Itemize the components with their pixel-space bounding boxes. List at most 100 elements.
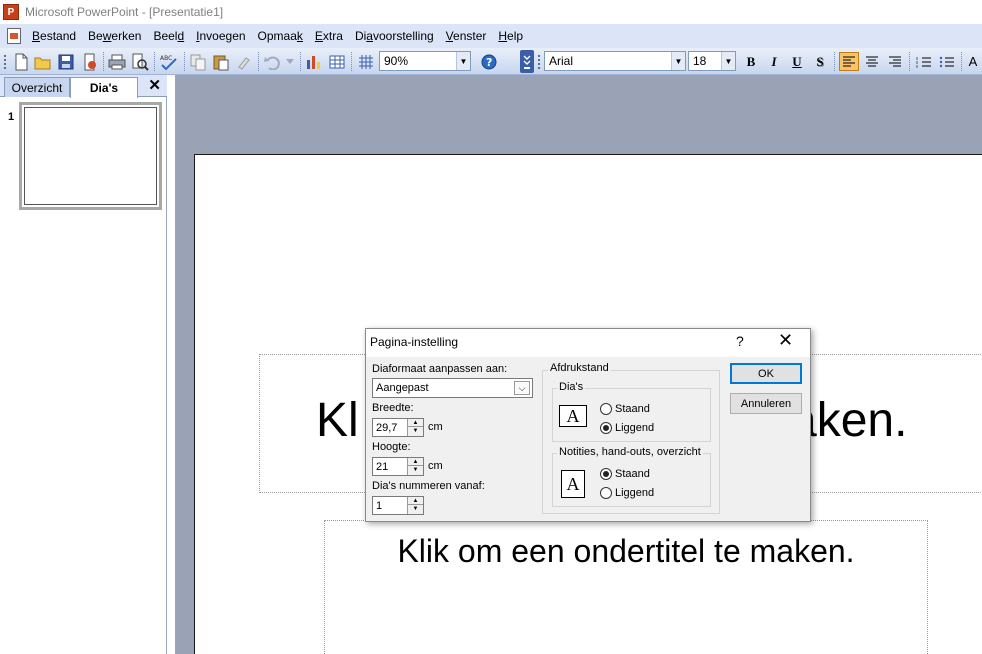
bullets-button[interactable]: [937, 52, 957, 71]
menu-diavoorstelling[interactable]: Diavoorstelling: [349, 26, 440, 46]
radio-circle-selected: [600, 422, 612, 434]
spin-up-icon[interactable]: ▲: [408, 458, 423, 466]
open-folder-icon[interactable]: [33, 52, 53, 71]
tab-dias[interactable]: Dia's: [70, 77, 138, 98]
tab-overzicht[interactable]: Overzicht: [4, 77, 70, 97]
show-grid-icon[interactable]: [356, 52, 376, 71]
numbering-label: Dia's nummeren vanaf:: [372, 480, 485, 492]
font-name-value: Arial: [549, 54, 574, 68]
dialog-help-button[interactable]: ?: [736, 333, 744, 349]
menu-beeld[interactable]: Beeld: [147, 26, 190, 46]
toolbar-grip-icon[interactable]: [537, 52, 541, 71]
format-painter-icon[interactable]: [234, 52, 254, 71]
width-spinner[interactable]: 29,7 ▲ ▼: [372, 418, 424, 437]
notes-portrait-radio[interactable]: Staand: [600, 468, 650, 480]
align-center-button[interactable]: [862, 52, 882, 71]
toolbar-options-icon[interactable]: [520, 50, 534, 73]
standard-toolbar: ABC 90% ▼ ? Arial ▼ 18 ▼ B I U S A: [0, 48, 982, 75]
title-placeholder-text-left: Kl: [316, 394, 359, 447]
new-document-icon[interactable]: [11, 52, 31, 71]
align-right-button[interactable]: [885, 52, 905, 71]
slides-portrait-radio[interactable]: Staand: [600, 403, 650, 415]
font-size-combo[interactable]: 18 ▼: [688, 51, 736, 71]
spin-down-icon[interactable]: ▼: [408, 466, 423, 474]
powerpoint-app-icon[interactable]: P: [3, 4, 19, 20]
pane-splitter[interactable]: [168, 75, 176, 654]
cancel-button[interactable]: Annuleren: [730, 393, 802, 414]
height-spinner[interactable]: 21 ▲ ▼: [372, 457, 424, 476]
chevron-down-icon[interactable]: ⌵: [514, 381, 530, 395]
height-label: Hoogte:: [372, 441, 411, 453]
menu-invoegen[interactable]: Invoegen: [190, 26, 251, 46]
zoom-value: 90%: [384, 54, 409, 68]
print-preview-icon[interactable]: [130, 52, 150, 71]
width-label: Breedte:: [372, 402, 414, 414]
increase-font-button[interactable]: A: [965, 52, 981, 71]
menu-opmaak[interactable]: Opmaak: [252, 26, 309, 46]
toolbar-separator: [961, 52, 962, 71]
chevron-down-icon[interactable]: ▼: [671, 52, 685, 70]
slide-size-value: Aangepast: [376, 382, 429, 394]
dialog-title-bar: Pagina-instelling ? ✕: [366, 329, 810, 357]
zoom-combo[interactable]: 90% ▼: [379, 51, 471, 71]
italic-button[interactable]: I: [764, 52, 784, 71]
toolbar-separator: [103, 52, 104, 71]
toolbar-separator: [351, 52, 352, 71]
menu-bestand[interactable]: Bestand: [26, 26, 82, 46]
spin-up-icon[interactable]: ▲: [408, 419, 423, 427]
portrait-page-icon: A: [561, 470, 585, 498]
toolbar-separator: [154, 52, 155, 71]
insert-chart-icon[interactable]: [304, 52, 324, 71]
dialog-title: Pagina-instelling: [370, 335, 459, 349]
permission-icon[interactable]: [80, 52, 100, 71]
menu-bewerken[interactable]: Bewerken: [82, 26, 147, 46]
bold-button[interactable]: B: [741, 52, 761, 71]
save-disk-icon[interactable]: [56, 52, 76, 71]
radio-circle: [600, 487, 612, 499]
toolbar-grip-icon[interactable]: [3, 52, 7, 71]
slides-portrait-label: Staand: [615, 403, 650, 415]
undo-icon[interactable]: [262, 52, 282, 71]
numbering-button[interactable]: [914, 52, 934, 71]
numbering-spinner[interactable]: 1 ▲ ▼: [372, 496, 424, 515]
subtitle-placeholder[interactable]: Klik om een ondertitel te maken.: [324, 520, 928, 654]
dialog-close-button[interactable]: ✕: [778, 330, 793, 351]
close-icon[interactable]: ✕: [148, 76, 161, 94]
undo-dropdown-icon[interactable]: [284, 52, 296, 71]
numbering-value: 1: [376, 499, 383, 512]
menu-extra[interactable]: Extra: [309, 26, 349, 46]
shadow-button[interactable]: S: [810, 52, 830, 71]
page-setup-dialog: Pagina-instelling ? ✕ Diaformaat aanpass…: [365, 328, 811, 522]
width-unit: cm: [428, 421, 443, 433]
ok-button[interactable]: OK: [730, 363, 802, 384]
insert-table-icon[interactable]: [327, 52, 347, 71]
print-icon[interactable]: [107, 52, 127, 71]
chevron-down-icon[interactable]: ▼: [456, 52, 470, 70]
width-value: 29,7: [376, 421, 398, 434]
slide-size-select[interactable]: Aangepast ⌵: [372, 378, 533, 398]
underline-button[interactable]: U: [787, 52, 807, 71]
spelling-check-icon[interactable]: ABC: [158, 52, 180, 71]
spin-down-icon[interactable]: ▼: [408, 505, 423, 513]
align-left-button[interactable]: [839, 52, 859, 71]
spin-down-icon[interactable]: ▼: [408, 427, 423, 435]
spin-up-icon[interactable]: ▲: [408, 497, 423, 505]
slides-landscape-label: Liggend: [615, 422, 655, 434]
toolbar-separator: [834, 52, 835, 71]
title-bar: P Microsoft PowerPoint - [Presentatie1]: [0, 0, 982, 24]
slide-thumbnail[interactable]: [19, 102, 162, 210]
slides-orientation-label: Dia's: [557, 381, 586, 393]
help-icon[interactable]: ?: [478, 52, 500, 71]
menu-venster[interactable]: Venster: [440, 26, 493, 46]
toolbar-separator: [184, 52, 185, 71]
document-menu-icon[interactable]: [2, 26, 26, 46]
notes-landscape-radio[interactable]: Liggend: [600, 487, 654, 499]
copy-icon[interactable]: [188, 52, 208, 71]
chevron-down-icon[interactable]: ▼: [721, 52, 735, 70]
slides-landscape-radio[interactable]: Liggend: [600, 422, 654, 434]
radio-circle: [600, 403, 612, 415]
paste-icon[interactable]: [211, 52, 231, 71]
slide-number: 1: [8, 111, 15, 123]
font-name-combo[interactable]: Arial ▼: [544, 51, 686, 71]
menu-help[interactable]: Help: [492, 26, 529, 46]
